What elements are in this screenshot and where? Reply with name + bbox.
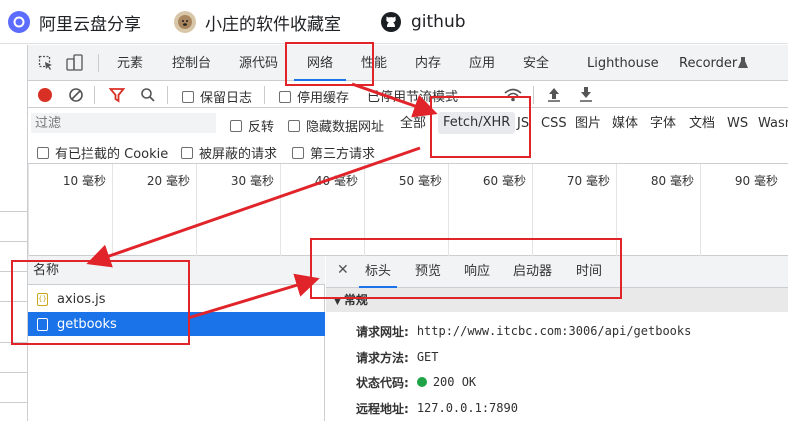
tab-recorder[interactable]: Recorder [679,45,737,81]
invert-label: 反转 [248,120,275,135]
hide-data-urls-checkbox[interactable]: 隐藏数据网址 [288,116,384,135]
blocked-cookies-label: 有已拦截的 Cookie [55,147,169,162]
tick-label: 40 毫秒 [314,174,358,188]
import-har-icon[interactable] [547,86,561,106]
request-method-label: 请求方法: [356,350,409,365]
request-url-label: 请求网址: [356,324,409,339]
record-icon[interactable] [37,87,53,107]
disable-cache-label: 停用缓存 [297,91,350,106]
request-method-row: 请求方法: GET [356,347,439,367]
invert-checkbox[interactable]: 反转 [230,116,274,135]
device-toolbar-icon[interactable] [66,54,84,76]
status-ok-icon [416,377,427,387]
export-har-icon[interactable] [579,86,593,106]
annotation-box-fetch-xhr [430,96,531,158]
page-content-strip [0,45,28,421]
tick-label: 50 毫秒 [398,174,442,188]
timeline-tick: 80 毫秒 [616,164,700,256]
request-url-row: 请求网址: http://www.itcbc.com:3006/api/getb… [356,321,691,341]
request-url-value: http://www.itcbc.com:3006/api/getbooks [416,324,692,338]
bookmark-label: 小庄的软件收藏室 [205,14,341,35]
type-wasm[interactable]: Wasm [758,108,788,138]
filter-bar: 反转 隐藏数据网址 全部 Fetch/XHR JS CSS 图片 媒体 字体 文… [28,108,788,138]
tick-label: 60 毫秒 [482,174,526,188]
filter-bar-2: 有已拦截的 Cookie 被屏蔽的请求 第三方请求 [28,138,788,164]
tick-label: 20 毫秒 [146,174,190,188]
inspect-element-icon[interactable] [38,55,54,75]
type-font[interactable]: 字体 [650,108,676,138]
tab-lighthouse[interactable]: Lighthouse [587,45,659,81]
status-code-row: 状态代码: 200 OK [356,372,476,392]
blocked-requests-checkbox[interactable]: 被屏蔽的请求 [181,143,277,162]
status-code-value: 200 OK [432,375,477,389]
timeline-tick: 20 毫秒 [112,164,196,256]
blocked-requests-label: 被屏蔽的请求 [199,147,278,162]
tab-console[interactable]: 控制台 [172,45,211,81]
request-method-value: GET [416,350,439,364]
hide-data-urls-label: 隐藏数据网址 [306,120,385,135]
timeline-tick: 30 毫秒 [196,164,280,256]
bookmark-github[interactable]: github [380,10,466,34]
tick-label: 70 毫秒 [566,174,610,188]
tab-sources[interactable]: 源代码 [239,45,278,81]
devtools-tabbar: 元素 控制台 源代码 网络 性能 内存 应用 安全 Lighthouse Rec… [28,45,788,81]
tick-label: 90 毫秒 [734,174,778,188]
clear-icon[interactable] [68,87,84,107]
timeline-tick: 90 毫秒 [700,164,784,256]
tick-label: 10 毫秒 [62,174,106,188]
tick-label: 30 毫秒 [230,174,274,188]
remote-address-value: 127.0.0.1:7890 [416,401,518,415]
annotation-box-detail-tabs [310,238,622,299]
bookmark-label: github [411,12,466,32]
filter-input[interactable] [31,113,216,133]
timeline-tick: 10 毫秒 [28,164,112,256]
tick-label: 80 毫秒 [650,174,694,188]
tab-security[interactable]: 安全 [523,45,549,81]
search-icon[interactable] [140,87,156,107]
remote-address-label: 远程地址: [356,401,409,416]
network-toolbar: 保留日志 停用缓存 已停用节流模式 [28,81,788,108]
dog-avatar-icon [174,11,196,33]
annotation-box-request-list [11,260,190,345]
type-ws[interactable]: WS [727,108,748,138]
annotation-box-network-tab [285,42,374,86]
tab-elements[interactable]: 元素 [117,45,143,81]
status-code-label: 状态代码: [356,375,409,390]
preserve-log-label: 保留日志 [200,91,253,106]
tab-memory[interactable]: 内存 [415,45,441,81]
type-all[interactable]: 全部 [400,108,426,138]
disable-cache-checkbox[interactable]: 停用缓存 [279,87,349,106]
bookmark-xiaozhuang[interactable]: 小庄的软件收藏室 [174,10,341,35]
type-img[interactable]: 图片 [575,108,601,138]
bookmarks-bar: 阿里云盘分享 小庄的软件收藏室 github [0,0,788,44]
blocked-cookies-checkbox[interactable]: 有已拦截的 Cookie [37,143,168,162]
remote-address-row: 远程地址: 127.0.0.1:7890 [356,398,518,418]
github-icon [380,11,402,33]
preserve-log-checkbox[interactable]: 保留日志 [182,87,252,106]
type-doc[interactable]: 文档 [689,108,715,138]
third-party-checkbox[interactable]: 第三方请求 [292,143,375,162]
third-party-label: 第三方请求 [310,147,376,162]
flask-icon [737,56,749,74]
filter-icon[interactable] [108,87,126,107]
tab-application[interactable]: 应用 [469,45,495,81]
type-css[interactable]: CSS [541,108,567,138]
bookmark-aliyun[interactable]: 阿里云盘分享 [8,10,141,35]
aliyun-drive-icon [8,11,30,33]
type-media[interactable]: 媒体 [612,108,638,138]
bookmark-label: 阿里云盘分享 [39,14,141,35]
